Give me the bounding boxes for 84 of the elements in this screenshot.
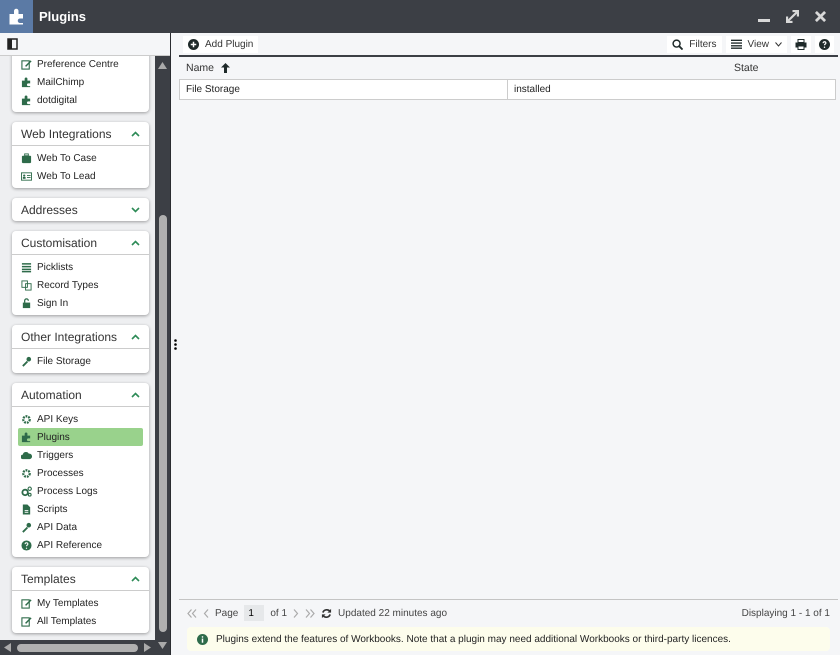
sidebar-item[interactable]: Triggers bbox=[18, 446, 143, 464]
info-text: Plugins extend the features of Workbooks. Note that a plugin may need additional Workbooks or third-party licences. bbox=[216, 634, 731, 644]
section-title: Addresses bbox=[21, 202, 78, 216]
column-header[interactable]: State bbox=[727, 57, 838, 79]
print-button[interactable] bbox=[791, 36, 811, 52]
gear-icon bbox=[21, 468, 32, 478]
list-icon bbox=[730, 39, 742, 49]
add-plugin-button[interactable]: Add Plugin bbox=[183, 36, 258, 52]
caret-icon bbox=[775, 42, 782, 46]
sidebar-item[interactable]: Processes bbox=[18, 464, 143, 482]
help-button[interactable] bbox=[815, 36, 834, 52]
column-header[interactable]: Name bbox=[179, 57, 727, 79]
scroll-up-icon[interactable] bbox=[158, 62, 167, 69]
puzzle-icon bbox=[21, 432, 32, 442]
sidebar-item[interactable]: MailChimp bbox=[18, 73, 143, 91]
scrollbar-thumb[interactable] bbox=[158, 215, 166, 632]
edit-icon bbox=[21, 598, 32, 608]
sidebar-item[interactable]: Picklists bbox=[18, 258, 143, 276]
edit-icon bbox=[21, 58, 32, 70]
section-title: Automation bbox=[21, 388, 82, 402]
puzzle-icon bbox=[8, 8, 26, 26]
sidebar-item[interactable]: My Templates bbox=[18, 594, 143, 612]
sidebar-item[interactable]: Sign In bbox=[18, 294, 143, 312]
file-icon bbox=[21, 504, 32, 514]
filters-button[interactable]: Filters bbox=[667, 36, 722, 52]
page-count: of 1 bbox=[270, 608, 288, 618]
section-header[interactable]: Automation bbox=[12, 383, 149, 407]
section-title: Customisation bbox=[21, 236, 98, 250]
section-header[interactable]: Web Integrations bbox=[12, 122, 149, 146]
section-header[interactable]: Customisation bbox=[12, 231, 149, 255]
section-title: Other Integrations bbox=[21, 330, 118, 344]
page-input[interactable]: 1 bbox=[244, 605, 264, 621]
cloud-icon bbox=[21, 450, 32, 460]
plus-circle-icon bbox=[188, 38, 199, 50]
sidebar-item[interactable]: Process Logs bbox=[18, 482, 143, 500]
question-icon bbox=[21, 540, 32, 550]
sidebar-toggle-icon[interactable] bbox=[7, 38, 18, 50]
section-title: Web Integrations bbox=[21, 126, 112, 140]
sidebar-item[interactable]: API Keys bbox=[18, 410, 143, 428]
section-title: Templates bbox=[21, 572, 76, 586]
sidebar-item[interactable]: API Reference bbox=[18, 536, 143, 554]
section-header[interactable]: Other Integrations bbox=[12, 325, 149, 349]
window-title: Plugins bbox=[39, 9, 86, 24]
unlock-icon bbox=[21, 298, 32, 308]
scrollbar-thumb[interactable] bbox=[17, 644, 138, 652]
sidebar-item[interactable]: Scripts bbox=[18, 500, 143, 518]
sidebar-item[interactable]: Preference Centre bbox=[18, 56, 143, 73]
gear-icon bbox=[21, 414, 32, 424]
close-icon[interactable] bbox=[815, 11, 826, 22]
sidebar-item[interactable]: File Storage bbox=[18, 352, 143, 370]
copy-icon bbox=[21, 280, 32, 290]
sidebar-item[interactable]: All Templates bbox=[18, 612, 143, 630]
printer-icon bbox=[795, 38, 807, 50]
puzzle-icon bbox=[21, 94, 32, 106]
section-header[interactable]: Templates bbox=[12, 567, 149, 591]
updated-text: Updated 22 minutes ago bbox=[338, 608, 448, 618]
scroll-down-icon[interactable] bbox=[158, 642, 167, 649]
table-cell: installed bbox=[507, 80, 835, 99]
displaying-text: Displaying 1 - 1 of 1 bbox=[742, 608, 830, 618]
briefcase-icon bbox=[21, 152, 32, 164]
sidebar-item[interactable]: Web To Case bbox=[18, 149, 143, 167]
edit-icon bbox=[21, 616, 32, 626]
section-header[interactable]: Addresses bbox=[12, 198, 149, 221]
splitter[interactable] bbox=[170, 33, 179, 655]
scroll-right-icon[interactable] bbox=[144, 643, 151, 652]
sidebar-item[interactable]: API Data bbox=[18, 518, 143, 536]
sidebar-item[interactable]: Record Types bbox=[18, 276, 143, 294]
refresh-icon[interactable] bbox=[321, 608, 332, 618]
gears-icon bbox=[21, 486, 32, 496]
puzzle-icon bbox=[21, 76, 32, 88]
scroll-left-icon[interactable] bbox=[4, 643, 11, 652]
sidebar-item[interactable]: Plugins bbox=[18, 428, 143, 446]
page-label: Page bbox=[215, 608, 238, 618]
info-icon bbox=[197, 634, 208, 644]
table-cell-text: File Storage bbox=[185, 83, 241, 97]
view-button[interactable]: View bbox=[726, 36, 787, 52]
question-icon bbox=[819, 38, 830, 50]
search-icon bbox=[672, 38, 684, 50]
maximize-icon[interactable] bbox=[786, 10, 799, 23]
list-icon bbox=[21, 262, 32, 272]
id-card-icon bbox=[21, 170, 32, 182]
drag-handle-icon[interactable] bbox=[174, 338, 176, 350]
sidebar-item[interactable]: Web To Lead bbox=[18, 167, 143, 185]
sidebar-item[interactable]: dotdigital bbox=[18, 91, 143, 109]
